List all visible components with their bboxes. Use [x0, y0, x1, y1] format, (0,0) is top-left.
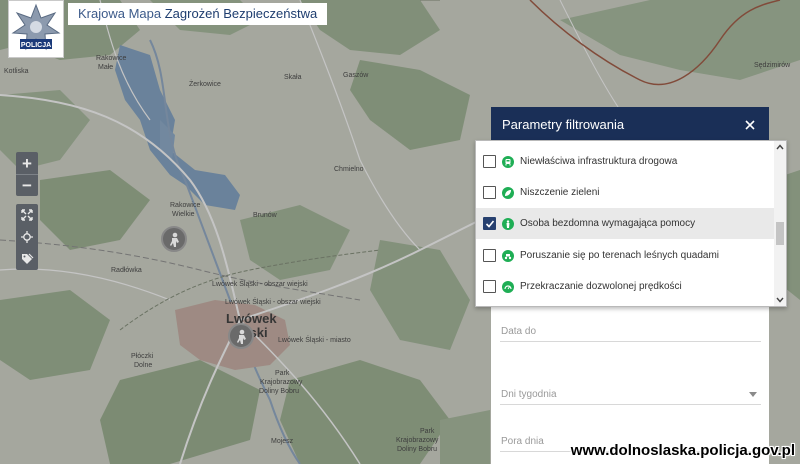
place-label: Lwówek Śląski - miasto	[278, 337, 351, 344]
place-label: Dolne	[134, 362, 153, 369]
scrollbar[interactable]	[774, 141, 786, 306]
fullscreen-button[interactable]	[16, 204, 38, 226]
filter-panel-header: Parametry filtrowania	[491, 107, 769, 143]
category-label: Niewłaściwa infrastruktura drogowa	[520, 156, 678, 167]
checkbox-checked[interactable]	[483, 217, 496, 230]
place-label: Lwówek Śląski - obszar wiejski	[225, 299, 321, 306]
chevron-down-icon	[749, 392, 757, 397]
category-option[interactable]: Niewłaściwa infrastruktura drogowa	[476, 146, 774, 177]
category-option[interactable]: Niszczenie zieleni	[476, 177, 774, 208]
category-option[interactable]: Osoba bezdomna wymagająca pomocy	[476, 208, 774, 239]
place-label: Doliny Bobru	[397, 446, 438, 453]
app-title-prefix: Krajowa Mapa	[78, 6, 165, 21]
person-icon	[170, 232, 179, 247]
place-label: Krajobrazowy	[260, 379, 303, 386]
zoom-controls: + −	[16, 152, 38, 196]
place-label: Park	[420, 428, 435, 435]
speed-icon	[502, 280, 514, 293]
date-to-field[interactable]: Data do	[500, 314, 761, 342]
zoom-in-button[interactable]: +	[16, 152, 38, 174]
place-label: Skała	[284, 74, 302, 81]
zoom-out-button[interactable]: −	[16, 174, 38, 196]
checkmark-icon	[485, 220, 495, 228]
place-label: Krajobrazowy	[396, 437, 439, 444]
place-label: Lwówek Śląski - obszar wiejski	[212, 281, 308, 288]
chevron-down-icon[interactable]	[776, 296, 784, 304]
time-of-day-placeholder: Pora dnia	[501, 436, 544, 447]
app-title-main: Zagrożeń Bezpieczeństwa	[164, 6, 318, 21]
place-label: Żerkowice	[189, 81, 221, 88]
expand-icon	[21, 209, 33, 221]
quad-icon	[502, 249, 514, 262]
categories-button[interactable]	[16, 248, 38, 270]
police-star-icon: POLICJA	[11, 3, 61, 51]
place-label: Mojesz	[271, 438, 294, 445]
place-label: Małe	[98, 64, 114, 71]
place-label: Rakowice	[170, 202, 201, 209]
person-icon	[502, 217, 514, 230]
map-tools	[16, 204, 38, 270]
road-icon	[502, 155, 514, 168]
app-title: Krajowa Mapa Zagrożeń Bezpieczeństwa	[68, 3, 328, 25]
place-label: Płóczki	[131, 353, 154, 360]
place-label: Gaszów	[343, 72, 369, 79]
place-label: Chmielno	[334, 166, 364, 173]
category-option[interactable]: Przekraczanie dozwolonej prędkości	[476, 271, 774, 302]
filter-panel-title: Parametry filtrowania	[502, 117, 625, 132]
person-icon	[237, 329, 246, 344]
checkbox[interactable]	[483, 155, 496, 168]
category-option[interactable]: Poruszanie się po terenach leśnych quada…	[476, 240, 774, 271]
logo-text: POLICJA	[21, 42, 51, 49]
place-label: Brunów	[253, 212, 277, 219]
place-label: Kotliska	[4, 68, 29, 75]
place-label: Sędzimirów	[754, 62, 791, 69]
chevron-up-icon[interactable]	[776, 143, 784, 151]
homeless-person-marker[interactable]	[228, 323, 254, 349]
leaf-icon	[502, 186, 514, 199]
crosshair-icon	[21, 231, 33, 243]
close-icon	[745, 120, 755, 130]
police-logo[interactable]: POLICJA	[8, 0, 64, 58]
category-label: Niszczenie zieleni	[520, 187, 600, 198]
category-dropdown[interactable]: Niewłaściwa infrastruktura drogowa Niszc…	[475, 140, 787, 307]
place-label: Doliny Bobru	[259, 388, 300, 395]
locate-button[interactable]	[16, 226, 38, 248]
weekdays-placeholder: Dni tygodnia	[501, 389, 557, 400]
place-label: Radłówka	[111, 267, 142, 274]
tags-icon	[21, 253, 33, 264]
homeless-person-marker[interactable]	[161, 226, 187, 252]
date-to-placeholder: Data do	[501, 326, 537, 337]
checkbox[interactable]	[483, 249, 496, 262]
category-label: Osoba bezdomna wymagająca pomocy	[520, 218, 696, 229]
scrollbar-thumb[interactable]	[776, 222, 784, 245]
weekdays-select[interactable]: Dni tygodnia	[500, 382, 761, 405]
category-label: Przekraczanie dozwolonej prędkości	[520, 281, 682, 292]
place-label: Wielkie	[172, 211, 195, 218]
place-label: Lwówek	[226, 311, 277, 326]
place-label: Park	[275, 370, 290, 377]
source-watermark: www.dolnoslaska.policja.gov.pl	[570, 442, 795, 459]
place-label: Rakowice	[96, 55, 127, 62]
checkbox[interactable]	[483, 280, 496, 293]
close-button[interactable]	[743, 107, 757, 143]
checkbox[interactable]	[483, 186, 496, 199]
category-label: Poruszanie się po terenach leśnych quada…	[520, 250, 720, 261]
